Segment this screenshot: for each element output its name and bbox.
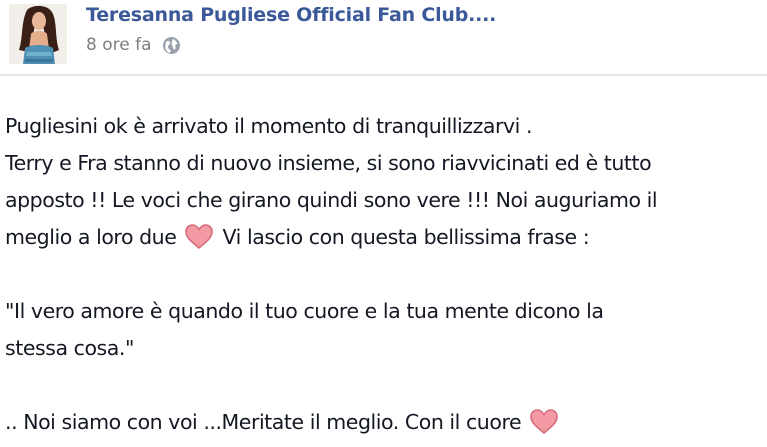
body-line: Terry e Fra stanno di nuovo insieme, si … bbox=[5, 151, 652, 175]
avatar-photo bbox=[9, 4, 67, 64]
post-header: Teresanna Pugliese Official Fan Club....… bbox=[0, 0, 767, 76]
closing-line: .. Noi siamo con voi ...Meritate il megl… bbox=[5, 404, 765, 441]
quote-line: "Il vero amore è quando il tuo cuore e l… bbox=[5, 299, 604, 323]
quote-line: stessa cosa." bbox=[5, 336, 134, 360]
body-text: Vi lascio con questa bellissima frase : bbox=[222, 225, 590, 249]
facebook-post: Teresanna Pugliese Official Fan Club....… bbox=[0, 0, 767, 447]
heart-icon bbox=[529, 408, 559, 435]
heart-icon bbox=[184, 223, 214, 250]
author-name-link[interactable]: Teresanna Pugliese Official Fan Club.... bbox=[86, 4, 496, 26]
body-line-with-heart: meglio a loro due Vi lascio con questa b… bbox=[5, 219, 765, 256]
post-timestamp[interactable]: 8 ore fa bbox=[86, 35, 152, 55]
body-line: Pugliesini ok è arrivato il momento di t… bbox=[5, 114, 533, 138]
post-meta: 8 ore fa bbox=[86, 33, 181, 57]
body-line: apposto !! Le voci che girano quindi son… bbox=[5, 188, 658, 212]
post-body: Pugliesini ok è arrivato il momento di t… bbox=[5, 108, 765, 441]
body-text: meglio a loro due bbox=[5, 225, 177, 249]
body-text: .. Noi siamo con voi ...Meritate il megl… bbox=[5, 410, 522, 434]
header-divider bbox=[0, 74, 767, 76]
globe-icon[interactable] bbox=[162, 36, 181, 55]
author-avatar[interactable] bbox=[9, 4, 67, 64]
